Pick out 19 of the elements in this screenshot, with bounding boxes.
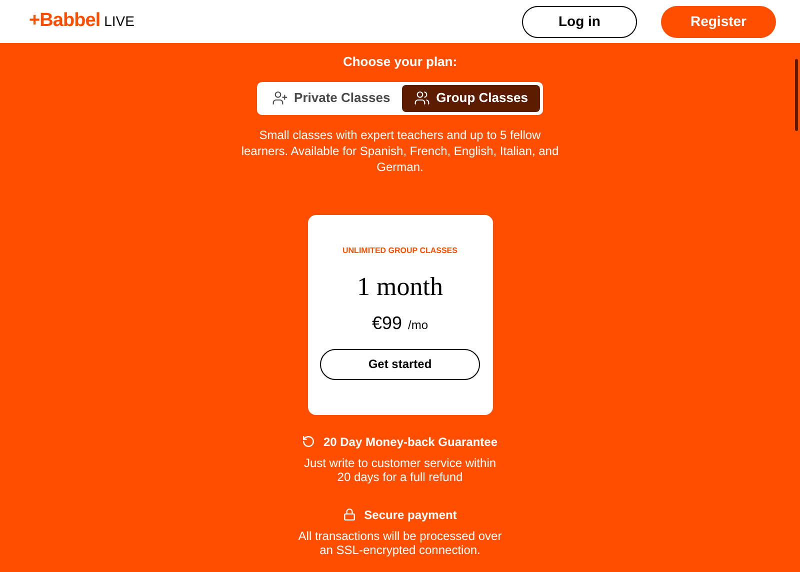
people-icon (414, 90, 430, 106)
get-started-button[interactable]: Get started (320, 348, 480, 380)
feature-text: All transactions will be processed over an SSL-encrypted connection. (298, 528, 502, 556)
feature-title: Secure payment (364, 506, 457, 524)
add-person-icon (272, 90, 288, 106)
scrollbar[interactable] (795, 59, 798, 131)
login-button[interactable]: Log in (522, 6, 637, 38)
plan-eyebrow: UNLIMITED GROUP CLASSES (342, 244, 458, 256)
feature-text: Just write to customer service within 20 days for a full refund (302, 456, 498, 484)
plan-tab[interactable]: Group Classes (402, 84, 540, 112)
plan-description: Small classes with expert teachers and up to 5 fellow learners. Available for Spanish, French, English, Italian, and German. (240, 126, 560, 174)
price-period: /mo (408, 316, 428, 334)
undo-arrow-icon (302, 435, 316, 448)
price: €99 (372, 312, 402, 334)
plan-heading: Choose your plan: (342, 53, 458, 71)
logo[interactable]: +Babbel LIVE (29, 7, 134, 36)
plan-duration: 1 month (357, 270, 443, 302)
lock-icon (343, 508, 356, 521)
feature-title: 20 Day Money-back Guarantee (323, 434, 498, 450)
